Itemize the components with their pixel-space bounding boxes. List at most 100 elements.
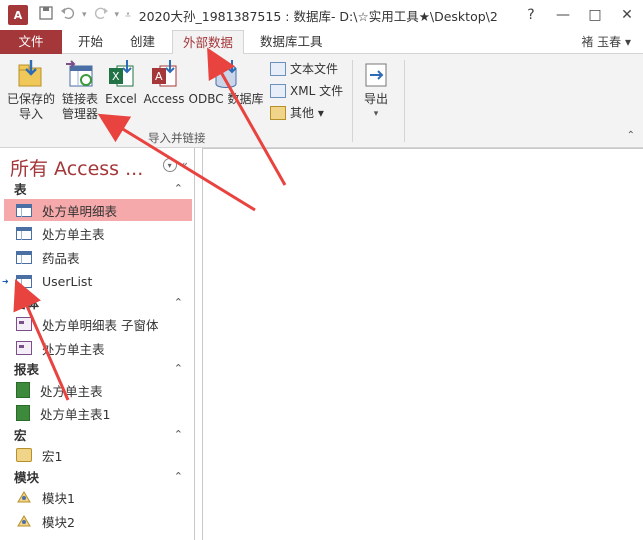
nav-item-module[interactable]: 模块2 — [4, 510, 192, 532]
nav-item-macro[interactable]: 宏1 — [4, 444, 192, 466]
section-modules-label: 模块 — [14, 469, 40, 485]
odbc-database-icon — [212, 60, 240, 90]
help-button[interactable]: ? — [515, 0, 547, 30]
section-modules[interactable]: 模块 ⌃ — [0, 466, 195, 486]
close-button[interactable]: ✕ — [611, 0, 643, 30]
nav-item-label: 模块2 — [42, 514, 75, 530]
linked-table-manager-icon — [66, 60, 94, 90]
redo-dropdown-icon[interactable]: ▾ — [115, 10, 120, 20]
nav-item-label: 处方单主表 — [42, 341, 105, 357]
saved-imports-label: 已保存的 导入 — [6, 92, 55, 121]
access-label: Access — [143, 92, 185, 106]
text-file-label: 文本文件 — [290, 62, 339, 76]
ribbon-tabs: 文件 开始 创建 外部数据 数据库工具 褚 玉春 ▾ — [0, 30, 643, 55]
nav-item-label: 处方单明细表 子窗体 — [42, 317, 159, 333]
collapse-chevron-icon[interactable]: ⌃ — [174, 362, 183, 375]
user-account[interactable]: 褚 玉春 ▾ — [581, 30, 631, 54]
linked-table-manager-button[interactable]: 链接表 管理器 — [58, 60, 102, 122]
undo-dropdown-icon[interactable]: ▾ — [82, 10, 87, 20]
nav-item-linked-table[interactable]: ➜ UserList — [2, 270, 192, 292]
tab-file[interactable]: 文件 — [0, 30, 62, 54]
report-icon — [16, 405, 30, 421]
table-icon — [16, 274, 32, 288]
nav-item-label: 模块1 — [42, 490, 75, 506]
more-formats-button[interactable]: 其他 ▾ — [270, 104, 324, 121]
nav-pane-controls: ▾ « — [162, 158, 188, 172]
saved-imports-button[interactable]: 已保存的 导入 — [4, 60, 58, 122]
nav-item-module[interactable]: 模块1 — [4, 486, 192, 508]
export-dropdown-icon[interactable]: ▾ — [358, 107, 394, 122]
tab-create[interactable]: 创建 — [120, 30, 165, 54]
module-icon — [16, 490, 32, 504]
save-icon[interactable] — [38, 5, 54, 25]
text-file-button[interactable]: 文本文件 — [270, 60, 338, 77]
nav-item-label: UserList — [42, 273, 93, 289]
xml-file-button[interactable]: XML 文件 — [270, 82, 343, 99]
nav-item-label: 处方单主表 — [42, 226, 105, 242]
tab-home[interactable]: 开始 — [68, 30, 113, 54]
window-title: 2020大孙_1981387515 : 数据库- D:\☆实用工具★\Deskt… — [138, 8, 499, 24]
export-button[interactable]: 导出 ▾ — [358, 60, 394, 122]
macro-icon — [16, 448, 32, 462]
odbc-import-button[interactable]: ODBC 数据库 — [188, 60, 264, 107]
excel-import-button[interactable]: X Excel — [104, 60, 138, 107]
more-formats-icon — [270, 105, 286, 120]
collapse-chevron-icon[interactable]: ⌃ — [174, 470, 183, 483]
nav-pane-header[interactable]: 所有 Access ... — [10, 154, 143, 181]
redo-icon[interactable] — [93, 5, 109, 25]
form-icon — [16, 317, 32, 331]
text-file-icon — [270, 61, 286, 76]
section-reports[interactable]: 报表 ⌃ — [0, 358, 195, 378]
report-icon — [16, 382, 30, 398]
nav-item-table[interactable]: 药品表 — [4, 246, 192, 268]
import-link-group-label: 导入并链接 — [148, 131, 206, 145]
quick-access-toolbar: ▾ ▾ ⩡ — [38, 5, 131, 25]
undo-icon[interactable] — [60, 5, 76, 25]
group-separator — [352, 60, 353, 142]
collapse-ribbon-icon[interactable]: ⌃ — [627, 130, 635, 141]
ribbon-panel: 已保存的 导入 链接表 管理器 X Excel A Access ODBC 数据… — [0, 54, 643, 148]
collapse-chevron-icon[interactable]: ⌃ — [174, 428, 183, 441]
odbc-label: ODBC 数据库 — [188, 92, 264, 106]
window-controls: ? — □ ✕ — [515, 0, 643, 30]
nav-item-table[interactable]: 处方单主表 — [4, 222, 192, 244]
svg-text:A: A — [155, 70, 163, 83]
excel-label: Excel — [105, 92, 137, 106]
more-formats-label: 其他 ▾ — [290, 106, 324, 120]
shutter-bar-icon[interactable]: « — [181, 158, 188, 172]
nav-menu-icon[interactable]: ▾ — [162, 158, 177, 172]
access-import-button[interactable]: A Access — [142, 60, 186, 107]
table-icon — [16, 203, 32, 217]
collapse-chevron-icon[interactable]: ⌃ — [174, 182, 183, 195]
export-label: 导出 — [363, 92, 388, 106]
xml-file-label: XML 文件 — [290, 84, 344, 98]
minimize-button[interactable]: — — [547, 0, 579, 30]
form-icon — [16, 341, 32, 355]
module-icon — [16, 514, 32, 528]
restore-button[interactable]: □ — [579, 0, 611, 30]
nav-item-report[interactable]: 处方单主表1 — [4, 402, 192, 424]
nav-item-report[interactable]: 处方单主表 — [4, 379, 192, 401]
nav-item-form[interactable]: 处方单主表 — [4, 337, 192, 359]
section-forms[interactable]: 窗体 ⌃ — [0, 292, 195, 312]
saved-imports-icon — [17, 60, 45, 90]
customize-toolbar-icon[interactable]: ⩡ — [125, 10, 131, 21]
nav-item-label: 处方单明细表 — [42, 203, 118, 219]
svg-text:X: X — [112, 70, 120, 83]
section-forms-label: 窗体 — [14, 295, 40, 311]
nav-item-table[interactable]: 处方单明细表 — [4, 199, 192, 221]
nav-item-label: 处方单主表1 — [40, 406, 111, 422]
nav-item-form[interactable]: 处方单明细表 子窗体 — [4, 313, 192, 335]
section-tables[interactable]: 表 ⌃ — [0, 178, 195, 198]
access-icon: A — [150, 60, 178, 90]
linked-table-manager-label: 链接表 管理器 — [61, 92, 98, 121]
section-reports-label: 报表 — [14, 361, 40, 377]
nav-item-label: 宏1 — [42, 448, 63, 464]
section-macros[interactable]: 宏 ⌃ — [0, 424, 195, 444]
document-workspace — [196, 148, 643, 540]
workspace-frame — [202, 148, 643, 540]
access-app-icon[interactable]: A — [8, 5, 28, 25]
collapse-chevron-icon[interactable]: ⌃ — [174, 296, 183, 309]
tab-external-data[interactable]: 外部数据 — [172, 30, 245, 55]
tab-database-tools[interactable]: 数据库工具 — [250, 30, 333, 54]
